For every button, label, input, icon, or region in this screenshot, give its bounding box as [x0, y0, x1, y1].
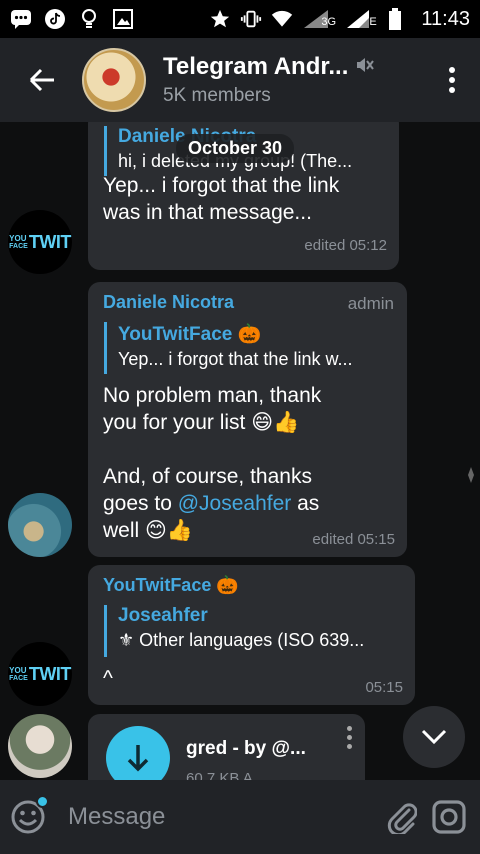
back-arrow-icon [29, 68, 54, 92]
camera-button[interactable] [425, 780, 472, 854]
avatar[interactable] [8, 493, 72, 557]
file-name: gred - by @... [186, 738, 306, 759]
reply-text: Yep... i forgot that the link w... [118, 349, 353, 369]
chevron-down-icon [421, 729, 447, 745]
star-icon [209, 8, 231, 30]
paperclip-icon [387, 803, 417, 834]
chat-info[interactable]: Telegram Andr... 5K members [163, 53, 424, 107]
muted-icon [354, 55, 375, 80]
reply-sender: Joseahfer [118, 605, 208, 626]
message-bubble[interactable]: Daniele Nicotra admin YouTwitFace 🎃 Yep.… [88, 282, 407, 557]
chat-avatar[interactable] [82, 48, 146, 112]
attach-button[interactable] [378, 780, 425, 854]
mention-link[interactable]: @Joseahfer [178, 492, 292, 515]
image-icon [112, 8, 134, 30]
lightbulb-icon [78, 8, 100, 30]
message-composer [0, 780, 480, 854]
scrollbar-handle[interactable] [468, 467, 474, 483]
message-text: Yep... i forgot that the link was in tha… [103, 174, 340, 224]
message-input[interactable] [68, 803, 378, 831]
chat-title: Telegram Andr... [163, 53, 349, 80]
message-icon [10, 8, 32, 30]
message-time: edited 05:15 [312, 531, 395, 548]
more-options-button[interactable] [424, 38, 480, 122]
avatar[interactable] [8, 714, 72, 778]
emoji-button[interactable] [10, 780, 49, 854]
message-options-button[interactable] [341, 726, 357, 749]
signal-icon: E [345, 8, 377, 30]
more-vertical-icon [449, 67, 455, 93]
message-text: No problem man, thank you for your list … [103, 384, 322, 542]
member-count: 5K members [163, 85, 271, 106]
download-arrow-icon [127, 745, 149, 772]
avatar[interactable]: YOU FACE TWIT [8, 642, 72, 706]
tiktok-icon [44, 8, 66, 30]
vibrate-icon [240, 8, 262, 30]
camera-icon [431, 800, 466, 834]
message-time: 05:15 [365, 679, 403, 696]
chat-messages[interactable]: Daniele Nicotra hi, i deleted my group! … [0, 122, 480, 780]
status-bar: 3G E 11:43 [0, 0, 480, 38]
back-button[interactable] [0, 38, 84, 122]
battery-icon [384, 8, 406, 30]
reply-preview[interactable]: Joseahfer ⚜ Other languages (ISO 639... [104, 605, 364, 657]
download-button[interactable] [106, 726, 170, 780]
avatar[interactable]: YOU FACE TWIT [8, 210, 72, 274]
message-bubble[interactable]: YouTwitFace 🎃 Joseahfer ⚜ Other language… [88, 565, 415, 705]
message-sender[interactable]: Daniele Nicotra [103, 292, 234, 313]
reply-text: ⚜ Other languages (ISO 639... [118, 630, 365, 650]
date-header: October 30 [176, 134, 295, 163]
chat-header: Telegram Andr... 5K members [0, 38, 480, 122]
signal-icon: 3G [302, 8, 336, 30]
message-text: ^ [103, 667, 113, 690]
message-time: edited 05:12 [304, 237, 387, 254]
file-size: 60.7 KB A [186, 770, 253, 780]
reply-preview[interactable]: YouTwitFace 🎃 Yep... i forgot that the l… [104, 322, 352, 374]
clock: 11:43 [421, 7, 470, 30]
admin-badge: admin [347, 294, 394, 313]
file-message-bubble[interactable]: gred - by @... 60.7 KB A [88, 714, 365, 780]
reply-sender: YouTwitFace 🎃 [118, 324, 262, 345]
wifi-icon [271, 8, 293, 30]
message-sender[interactable]: YouTwitFace 🎃 [103, 575, 239, 596]
scroll-to-bottom-button[interactable] [403, 706, 465, 768]
notification-dot [36, 795, 49, 808]
